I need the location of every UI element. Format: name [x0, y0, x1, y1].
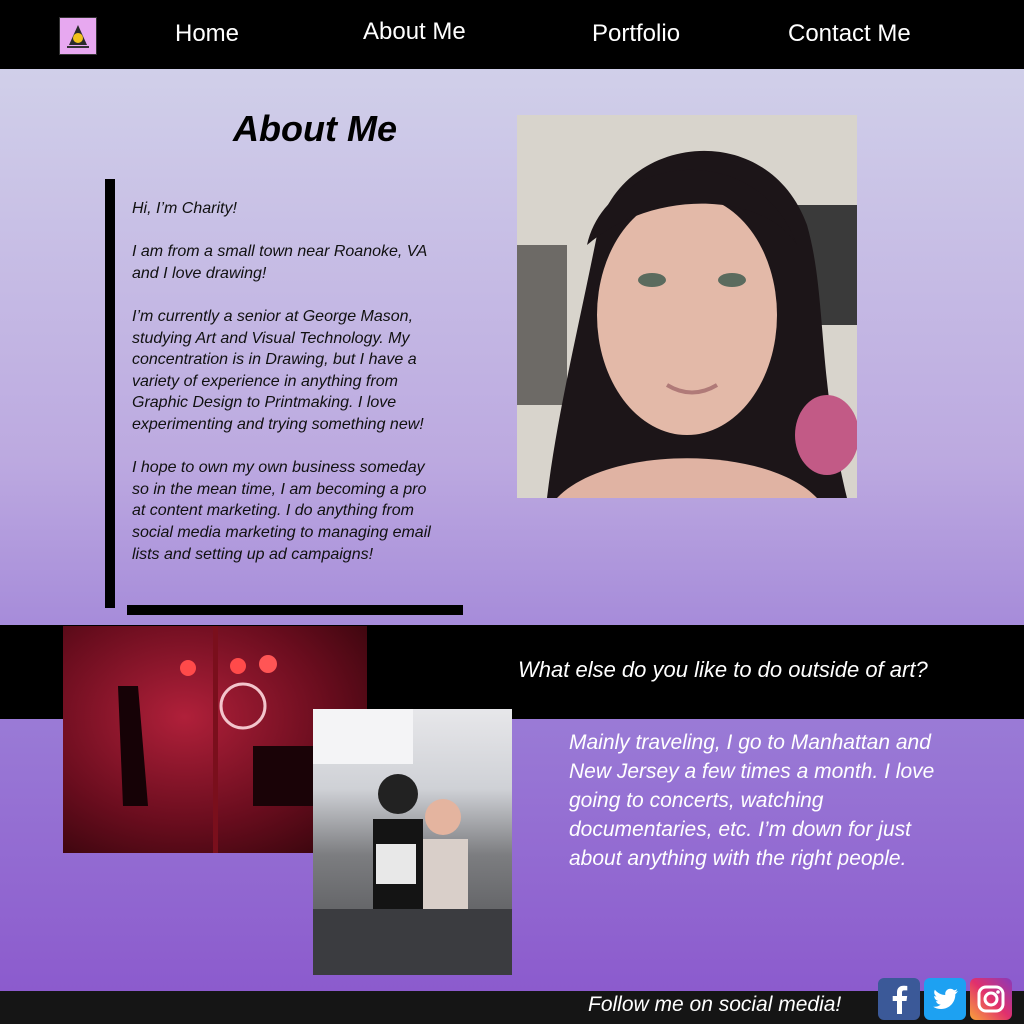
twitter-icon[interactable]: [924, 978, 966, 1020]
portrait-photo: [517, 115, 857, 498]
friends-photo: [313, 709, 512, 975]
nav-home-link[interactable]: Home: [175, 20, 239, 48]
top-navigation-bar: Home About Me Portfolio Contact Me: [0, 0, 1024, 69]
nav-about-link[interactable]: About Me: [363, 18, 466, 46]
follow-social-text: Follow me on social media!: [588, 993, 842, 1016]
facebook-icon[interactable]: [878, 978, 920, 1020]
nav-contact-link[interactable]: Contact Me: [788, 20, 911, 48]
hobbies-question: What else do you like to do outside of a…: [518, 657, 928, 682]
footer-bar: [0, 991, 1024, 1024]
site-logo[interactable]: [59, 17, 97, 55]
decorative-horizontal-bar: [127, 605, 463, 615]
hobbies-answer: Mainly traveling, I go to Manhattan and …: [569, 731, 935, 870]
instagram-icon[interactable]: [970, 978, 1012, 1020]
page-title: About Me: [233, 108, 397, 149]
bio-greeting: Hi, I’m Charity!: [132, 200, 237, 217]
decorative-vertical-bar: [105, 179, 115, 608]
bio-goals: I hope to own my own business someday so…: [132, 459, 431, 563]
bio-education: I’m currently a senior at George Mason, …: [132, 307, 424, 433]
bio-hometown: I am from a small town near Roanoke, VA …: [132, 243, 427, 282]
bio-text-block: Hi, I’m Charity! I am from a small town …: [132, 198, 442, 565]
nav-portfolio-link[interactable]: Portfolio: [592, 20, 680, 48]
